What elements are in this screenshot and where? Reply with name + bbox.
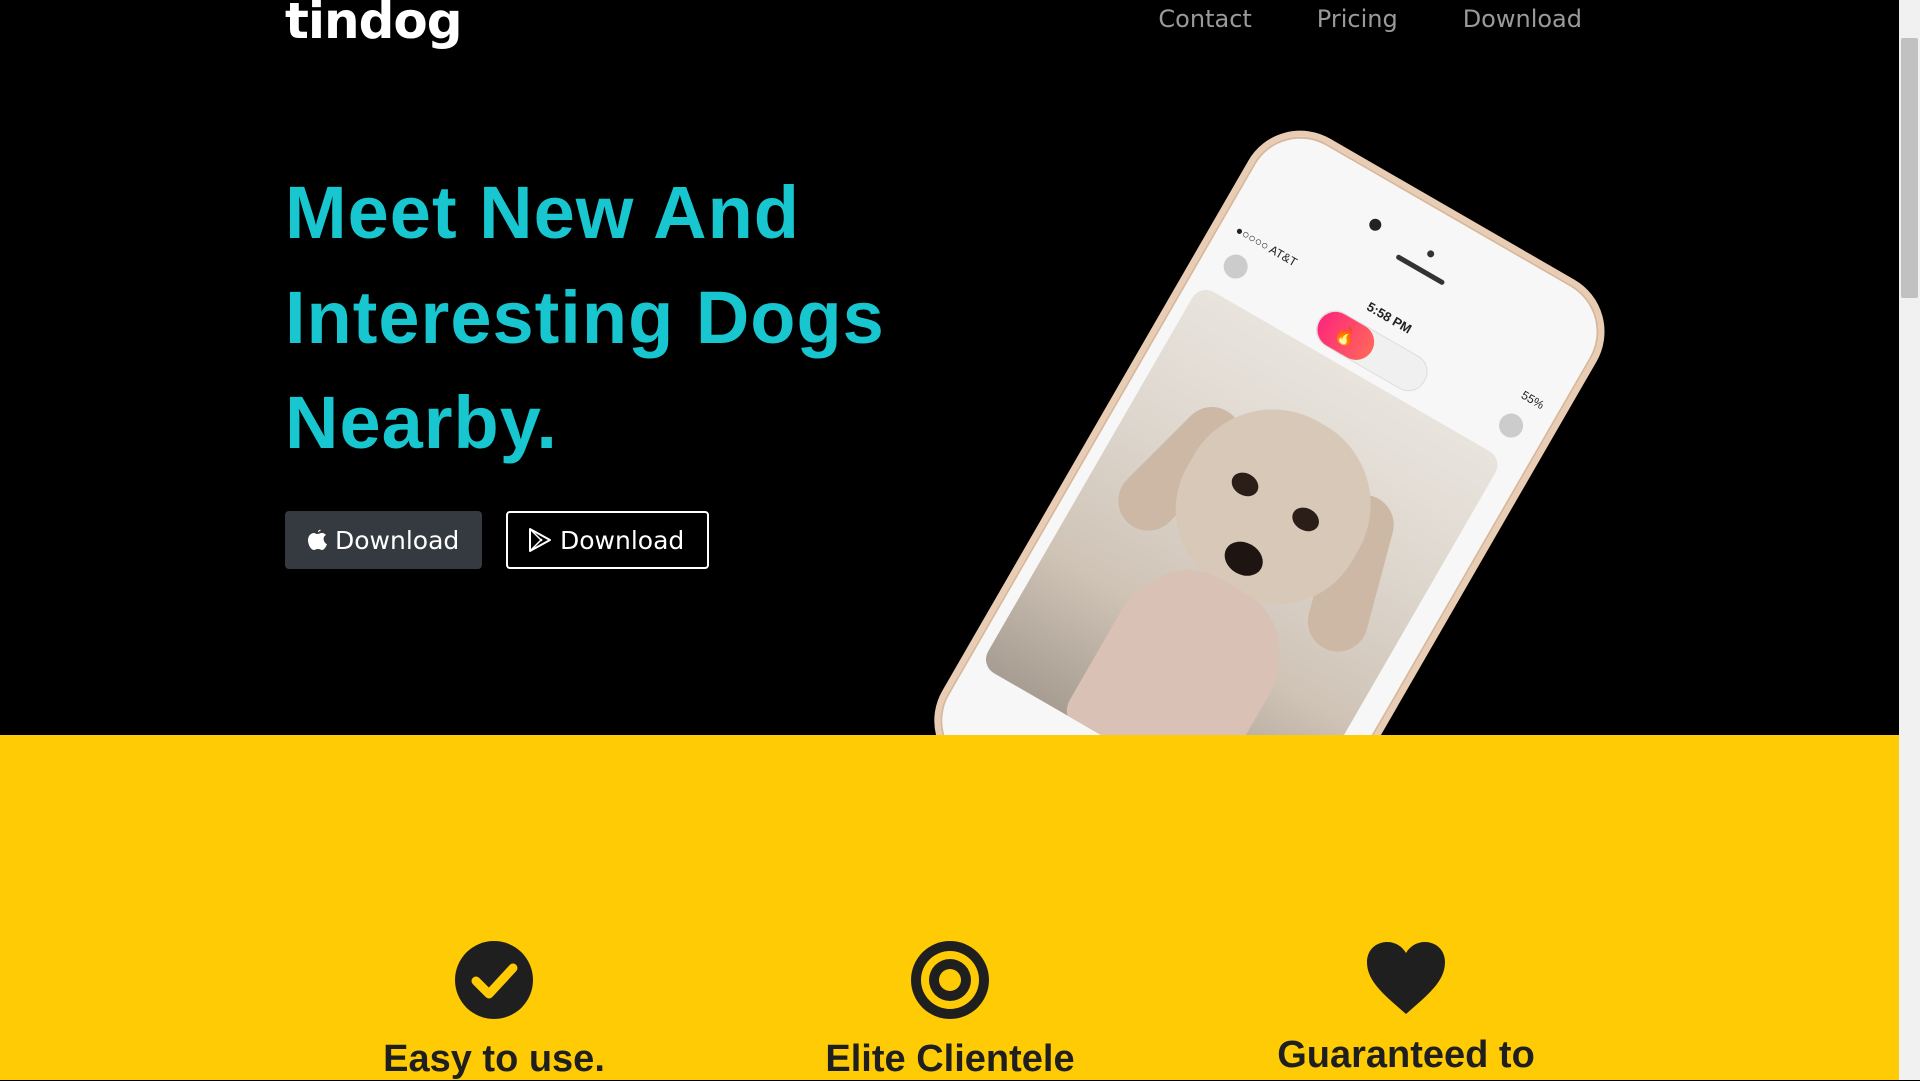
feature-guaranteed: Guaranteed to <box>1196 940 1616 1077</box>
phone-camera <box>1367 216 1384 233</box>
chat-icon <box>1494 409 1528 442</box>
feature-title: Easy to use. <box>383 1038 605 1080</box>
features-section: Easy to use. Elite Clientele Guaranteed … <box>0 735 1899 1080</box>
dog-photo <box>980 284 1504 735</box>
check-circle-icon <box>455 941 533 1019</box>
feature-elite: Elite Clientele <box>740 940 1160 1081</box>
google-play-icon <box>529 528 551 552</box>
phone-battery: 55% <box>1518 387 1547 413</box>
heart-icon <box>1367 942 1445 1014</box>
phone-mockup: ●○○○○ AT&T 5:58 PM 55% 🔥 <box>912 108 1635 735</box>
apple-icon <box>308 529 327 550</box>
bullseye-icon <box>911 941 989 1019</box>
nav-link-contact[interactable]: Contact <box>1158 5 1251 33</box>
play-download-button[interactable]: Download <box>506 511 709 569</box>
scrollbar-thumb[interactable] <box>1901 38 1918 298</box>
phone-speaker <box>1395 253 1446 286</box>
phone-frame: ●○○○○ AT&T 5:58 PM 55% 🔥 <box>912 108 1627 735</box>
play-download-label: Download <box>560 525 685 555</box>
hero-headline: Meet New And Interesting Dogs Nearby. <box>285 171 885 464</box>
profile-icon <box>1219 250 1253 283</box>
hero-section: tindog Contact Pricing Download Meet New… <box>0 0 1899 735</box>
feature-title: Guaranteed to <box>1277 1034 1535 1076</box>
apple-download-button[interactable]: Download <box>285 511 482 569</box>
nav-link-download[interactable]: Download <box>1463 5 1582 33</box>
feature-easy: Easy to use. <box>284 940 704 1081</box>
phone-sensor <box>1425 249 1436 259</box>
nav-link-pricing[interactable]: Pricing <box>1317 5 1398 33</box>
feature-title: Elite Clientele <box>825 1038 1075 1080</box>
apple-download-label: Download <box>335 525 460 555</box>
top-nav: Contact Pricing Download <box>1158 5 1582 33</box>
brand-logo[interactable]: tindog <box>285 0 463 50</box>
